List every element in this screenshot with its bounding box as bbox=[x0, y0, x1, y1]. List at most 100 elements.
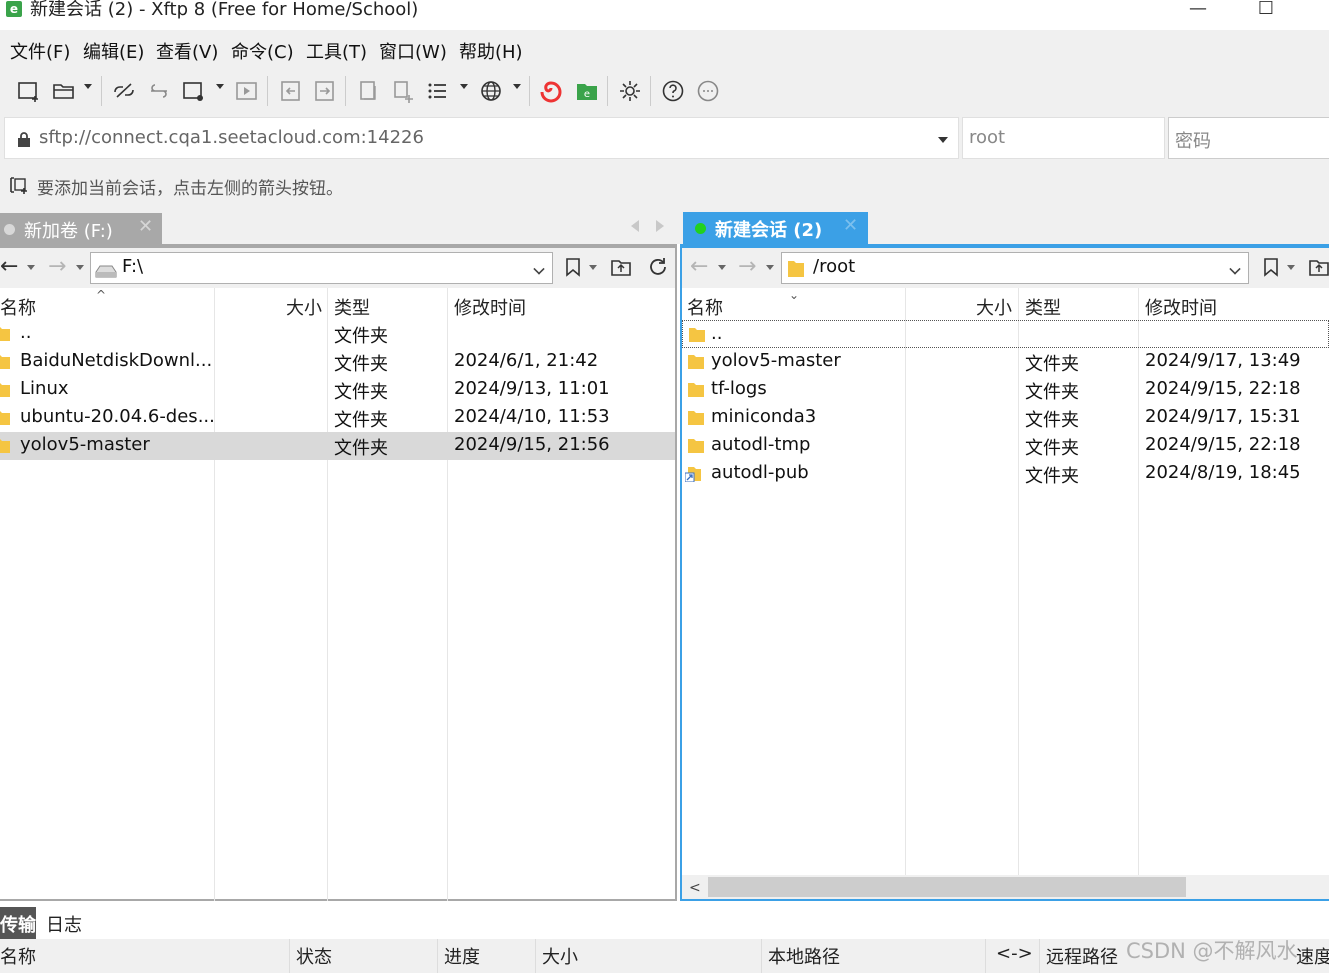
xftp-icon[interactable]: e bbox=[574, 78, 600, 104]
tab-scroll-left-icon[interactable] bbox=[631, 220, 639, 232]
col-size[interactable]: 大小 bbox=[976, 294, 1012, 320]
back-arrow-icon[interactable]: ← bbox=[0, 254, 18, 279]
username-value: root bbox=[969, 127, 1006, 148]
tab-local-label: 新加卷 (F:) bbox=[24, 221, 113, 242]
table-row[interactable]: Linux 文件夹 2024/9/13, 11:01 bbox=[0, 376, 675, 404]
path-dropdown-caret[interactable] bbox=[1229, 263, 1241, 275]
tab-remote-session[interactable]: 新建会话 (2) ✕ bbox=[683, 212, 868, 244]
window-dropdown-caret[interactable] bbox=[216, 84, 224, 89]
gear-icon[interactable] bbox=[617, 78, 643, 104]
column-divider bbox=[437, 939, 438, 973]
forward-dropdown-caret[interactable] bbox=[766, 265, 774, 270]
file-name: autodl-tmp bbox=[711, 434, 811, 455]
paste-icon[interactable] bbox=[390, 78, 416, 104]
bookmark-icon[interactable] bbox=[1260, 256, 1282, 278]
remote-path-input[interactable]: /root bbox=[781, 252, 1249, 284]
tab-scroll-right-icon[interactable] bbox=[656, 220, 664, 232]
transfer-col-remote-path[interactable]: 远程路径 bbox=[1046, 943, 1118, 969]
username-input[interactable]: root bbox=[962, 117, 1165, 159]
transfer-col-name[interactable]: 名称 bbox=[0, 943, 36, 969]
transfer-col-size[interactable]: 大小 bbox=[542, 943, 578, 969]
new-window-icon[interactable] bbox=[181, 78, 207, 104]
table-row[interactable]: autodl-tmp 文件夹 2024/9/15, 22:18 bbox=[682, 432, 1329, 460]
maximize-button[interactable]: ☐ bbox=[1246, 0, 1286, 22]
open-folder-icon[interactable] bbox=[51, 78, 77, 104]
transfer-col-speed[interactable]: 速度 bbox=[1296, 943, 1329, 969]
table-row[interactable]: autodl-pub 文件夹 2024/8/19, 18:45 bbox=[682, 460, 1329, 488]
chat-icon[interactable] bbox=[695, 78, 721, 104]
transfer-col-progress[interactable]: 进度 bbox=[444, 943, 480, 969]
table-row[interactable]: .. 文件夹 bbox=[0, 320, 675, 348]
password-input[interactable]: 密码 bbox=[1168, 117, 1329, 159]
open-dropdown-caret[interactable] bbox=[84, 84, 92, 89]
disconnect-icon[interactable] bbox=[111, 78, 137, 104]
new-session-icon[interactable] bbox=[16, 78, 42, 104]
bookmark-dropdown-caret[interactable] bbox=[1287, 265, 1295, 270]
globe-icon[interactable] bbox=[478, 78, 504, 104]
minimize-button[interactable]: — bbox=[1178, 0, 1218, 22]
table-row[interactable]: BaiduNetdiskDownl... 文件夹 2024/6/1, 21:42 bbox=[0, 348, 675, 376]
xshell-icon[interactable] bbox=[538, 78, 564, 104]
col-modified[interactable]: 修改时间 bbox=[1145, 294, 1217, 320]
forward-arrow-icon[interactable]: → bbox=[48, 254, 66, 279]
copy-icon[interactable] bbox=[355, 78, 381, 104]
tab-log[interactable]: 日志 bbox=[46, 911, 82, 937]
col-name[interactable]: 名称 bbox=[0, 294, 36, 320]
col-name[interactable]: 名称 bbox=[687, 294, 723, 320]
host-address-input[interactable]: sftp://connect.cqa1.seetacloud.com:14226 bbox=[4, 117, 959, 159]
close-icon[interactable]: ✕ bbox=[138, 216, 153, 237]
bookmark-dropdown-caret[interactable] bbox=[589, 265, 597, 270]
close-icon[interactable]: ✕ bbox=[843, 215, 858, 236]
forward-dropdown-caret[interactable] bbox=[76, 265, 84, 270]
refresh-icon[interactable] bbox=[647, 256, 669, 278]
menu-edit[interactable]: 编辑(E) bbox=[83, 38, 144, 64]
menu-window[interactable]: 窗口(W) bbox=[379, 38, 447, 64]
back-arrow-icon[interactable]: ← bbox=[690, 254, 708, 279]
scrollbar-thumb[interactable] bbox=[708, 877, 1186, 897]
col-type[interactable]: 类型 bbox=[1025, 294, 1061, 320]
upload-icon[interactable] bbox=[312, 78, 338, 104]
lock-icon bbox=[18, 132, 30, 147]
parent-folder-icon[interactable] bbox=[1308, 256, 1329, 278]
reconnect-icon[interactable] bbox=[146, 78, 172, 104]
back-dropdown-caret[interactable] bbox=[718, 265, 726, 270]
table-row-focused[interactable]: .. bbox=[682, 320, 1329, 348]
local-path-input[interactable]: F:\ bbox=[90, 252, 553, 284]
transfer-col-direction[interactable]: <-> bbox=[996, 943, 1033, 964]
table-row[interactable]: miniconda3 文件夹 2024/9/17, 15:31 bbox=[682, 404, 1329, 432]
table-row[interactable]: tf-logs 文件夹 2024/9/15, 22:18 bbox=[682, 376, 1329, 404]
table-row-selected[interactable]: yolov5-master 文件夹 2024/9/15, 21:56 bbox=[0, 432, 675, 460]
download-icon[interactable] bbox=[278, 78, 304, 104]
menu-command[interactable]: 命令(C) bbox=[231, 38, 294, 64]
play-icon[interactable] bbox=[234, 78, 260, 104]
encoding-dropdown-caret[interactable] bbox=[513, 84, 521, 89]
back-dropdown-caret[interactable] bbox=[27, 265, 35, 270]
path-dropdown-caret[interactable] bbox=[533, 263, 545, 275]
table-row[interactable]: ubuntu-20.04.6-des... 文件夹 2024/4/10, 11:… bbox=[0, 404, 675, 432]
parent-folder-icon[interactable] bbox=[610, 256, 632, 278]
transfer-col-status[interactable]: 状态 bbox=[296, 943, 332, 969]
add-session-arrow-icon[interactable] bbox=[8, 175, 30, 195]
column-divider bbox=[761, 939, 762, 973]
forward-arrow-icon[interactable]: → bbox=[738, 254, 756, 279]
col-size[interactable]: 大小 bbox=[286, 294, 322, 320]
tab-local-drive[interactable]: 新加卷 (F:) ✕ bbox=[0, 213, 162, 244]
address-dropdown-caret[interactable] bbox=[938, 137, 948, 143]
menu-tools[interactable]: 工具(T) bbox=[306, 38, 367, 64]
horizontal-scrollbar[interactable]: < bbox=[682, 875, 1329, 899]
menu-file[interactable]: 文件(F) bbox=[10, 38, 70, 64]
bookmark-icon[interactable] bbox=[562, 256, 584, 278]
file-name: ubuntu-20.04.6-des... bbox=[20, 406, 215, 427]
menu-view[interactable]: 查看(V) bbox=[156, 38, 218, 64]
transfer-col-local-path[interactable]: 本地路径 bbox=[768, 943, 840, 969]
col-type[interactable]: 类型 bbox=[334, 294, 370, 320]
tab-status-dot bbox=[4, 224, 15, 235]
scroll-left-icon[interactable]: < bbox=[689, 880, 701, 896]
table-row[interactable]: yolov5-master 文件夹 2024/9/17, 13:49 bbox=[682, 348, 1329, 376]
menu-help[interactable]: 帮助(H) bbox=[459, 38, 523, 64]
col-modified[interactable]: 修改时间 bbox=[454, 294, 526, 320]
view-dropdown-caret[interactable] bbox=[460, 84, 468, 89]
tab-transfer[interactable]: 传输 bbox=[0, 907, 36, 939]
help-icon[interactable] bbox=[660, 78, 686, 104]
list-view-icon[interactable] bbox=[425, 78, 451, 104]
